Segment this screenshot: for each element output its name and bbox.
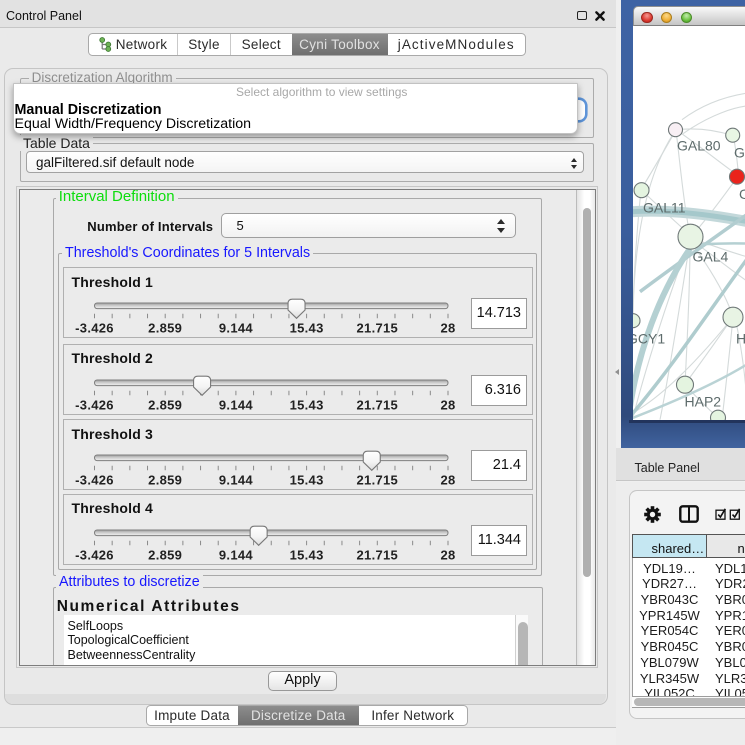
svg-text:28: 28 (440, 473, 455, 488)
svg-text:28: 28 (440, 321, 455, 336)
svg-text:GAL80: GAL80 (677, 138, 721, 154)
svg-text:28: 28 (440, 548, 455, 563)
svg-text:-3.426: -3.426 (75, 321, 114, 336)
svg-text:15.43: 15.43 (289, 473, 323, 488)
svg-text:2.859: 2.859 (148, 398, 182, 413)
svg-text:9.144: 9.144 (218, 548, 253, 563)
svg-text:GAL1: GAL1 (734, 145, 745, 161)
svg-text:21.715: 21.715 (356, 321, 398, 336)
svg-text:HAP2: HAP2 (685, 394, 722, 410)
svg-text:HIS4: HIS4 (736, 331, 745, 347)
svg-text:21.715: 21.715 (356, 473, 398, 488)
svg-text:15.43: 15.43 (289, 321, 323, 336)
svg-text:15.43: 15.43 (289, 398, 323, 413)
svg-text:GAL4: GAL4 (693, 249, 729, 265)
svg-text:2.859: 2.859 (148, 473, 182, 488)
svg-text:28: 28 (440, 398, 455, 413)
svg-text:-3.426: -3.426 (75, 398, 114, 413)
svg-text:GAL11: GAL11 (643, 200, 686, 216)
svg-text:CDC1: CDC1 (739, 186, 745, 202)
svg-text:GCY1: GCY1 (633, 331, 665, 347)
svg-text:9.144: 9.144 (218, 473, 253, 488)
svg-text:-3.426: -3.426 (75, 473, 114, 488)
svg-text:-3.426: -3.426 (75, 548, 114, 563)
svg-text:21.715: 21.715 (356, 548, 398, 563)
svg-text:9.144: 9.144 (218, 321, 253, 336)
svg-text:2.859: 2.859 (148, 321, 182, 336)
svg-text:9.144: 9.144 (218, 398, 253, 413)
svg-text:21.715: 21.715 (356, 398, 398, 413)
svg-text:15.43: 15.43 (289, 548, 323, 563)
svg-text:2.859: 2.859 (148, 548, 182, 563)
